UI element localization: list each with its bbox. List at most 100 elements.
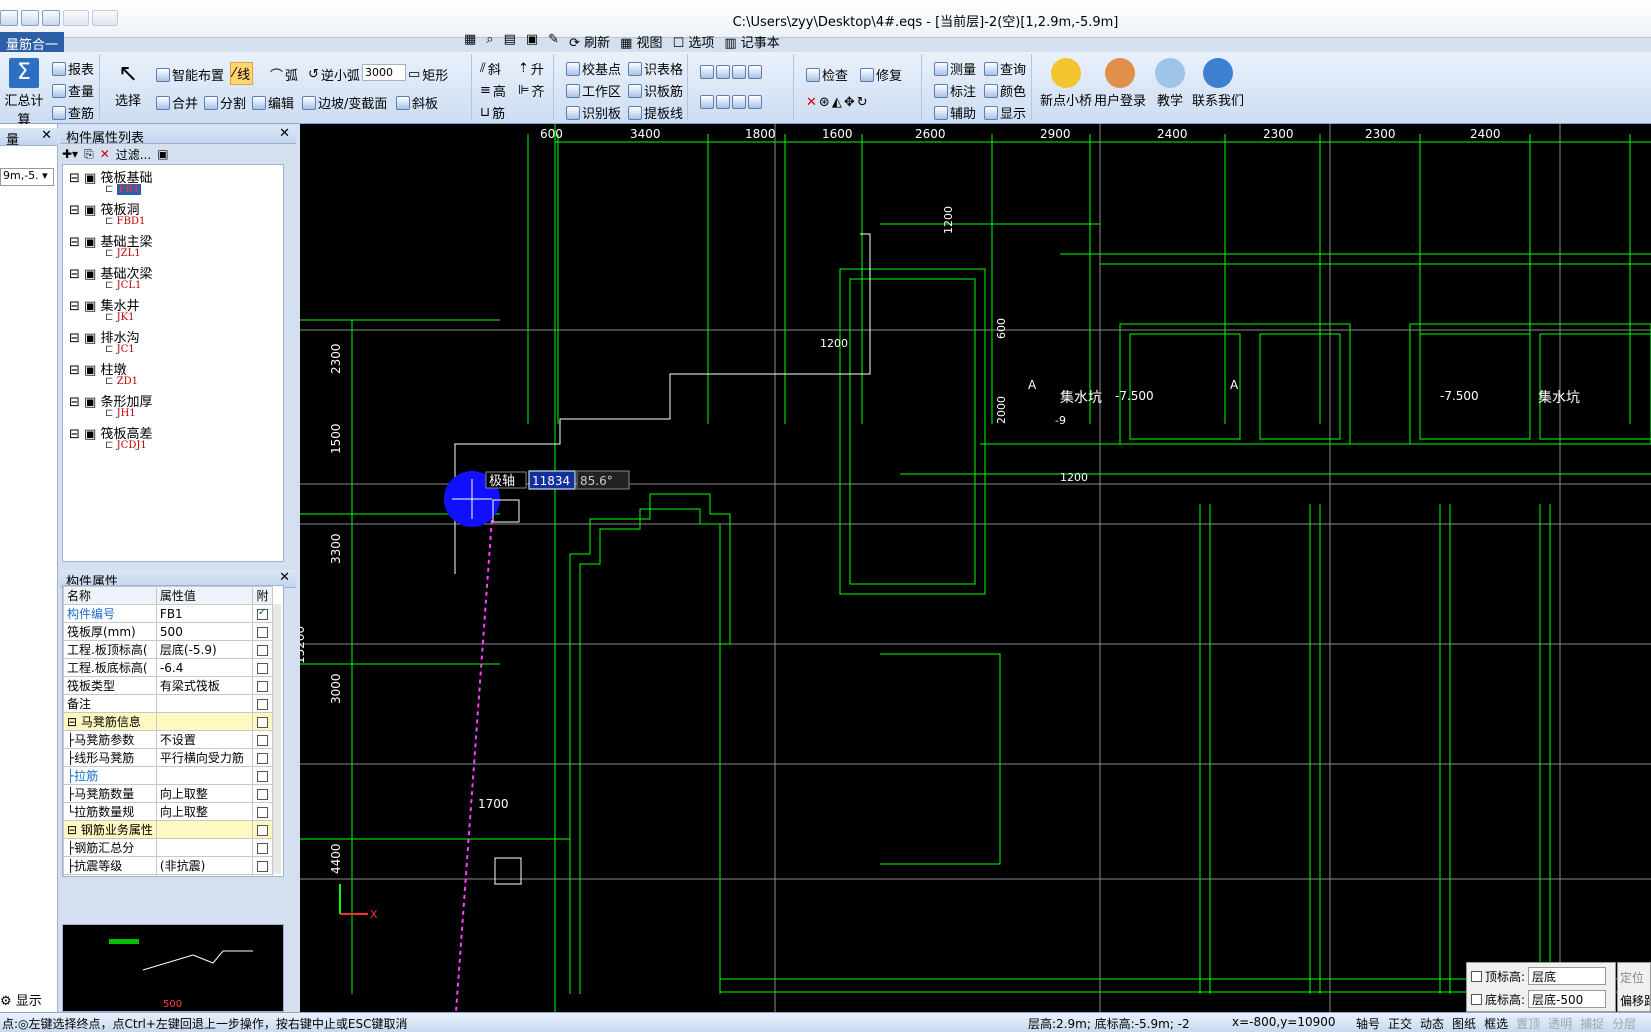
rect-button[interactable]: ▭ 矩形 [406, 64, 450, 85]
contact-us-button[interactable]: 联系我们 [1192, 58, 1244, 109]
tree-child-item[interactable]: ⊏ JK1 [105, 312, 135, 323]
tree-child-item[interactable]: ⊏ ZD1 [105, 376, 138, 387]
check-qty-button[interactable]: 查量 [50, 80, 96, 101]
props-row[interactable]: ⊟ 钢筋业务属性 [63, 820, 274, 839]
tab-rebar-combined[interactable]: 量筋合一 [0, 32, 65, 53]
props-row[interactable]: ├线形马凳筋 平行横向受力筋 [63, 748, 274, 767]
arc-button[interactable]: ⌒ 弧 [268, 64, 300, 85]
props-row[interactable]: ⊟ 马凳筋信息 [63, 712, 274, 731]
prop-checkbox[interactable] [256, 662, 268, 674]
recognize-table-button[interactable]: 识表格 [626, 58, 685, 79]
prop-value[interactable]: -6.4 [155, 658, 253, 677]
workzone-button[interactable]: 工作区 [564, 80, 623, 101]
prop-value[interactable]: 不设置 [155, 730, 253, 749]
collapse-icon[interactable]: ⊟ [69, 363, 80, 378]
props-row[interactable]: 筏板类型 有梁式筏板 [63, 676, 274, 695]
smart-layout-button[interactable]: 智能布置 [154, 64, 226, 85]
props-row[interactable]: 备注 [63, 694, 274, 713]
props-row[interactable]: └拉筋数量规 向上取整 [63, 802, 274, 821]
props-row[interactable]: 工程.板底标高(-6.4 [63, 658, 274, 677]
prop-value[interactable]: 有梁式筏板 [155, 676, 253, 695]
align-button[interactable]: ⊫ 齐 [516, 80, 546, 101]
prop-value[interactable]: 500 [155, 622, 253, 641]
merge-button[interactable]: 合并 [154, 92, 200, 113]
notepad-button[interactable]: ▥ 记事本 [724, 32, 779, 52]
prop-checkbox[interactable] [256, 644, 268, 656]
split-button[interactable]: 分割 [202, 92, 248, 113]
close-icon[interactable]: ✕ [279, 570, 290, 585]
brush-icon[interactable]: ✎ [548, 32, 559, 52]
collapse-icon[interactable]: ⊟ [69, 427, 80, 442]
status-toggle[interactable]: 轴号 [1356, 1015, 1380, 1032]
report-button[interactable]: 报表 [50, 58, 96, 79]
help-bridge-button[interactable]: 新点小桥 [1040, 58, 1092, 109]
collapse-icon[interactable]: ⊟ [69, 171, 80, 186]
rise-button[interactable]: ⇡ 升 [516, 58, 546, 79]
check-rebar-button[interactable]: 查筋 [50, 102, 96, 123]
annotate-button[interactable]: 标注 [932, 80, 978, 101]
prop-attach[interactable] [251, 694, 274, 713]
new-icon[interactable]: ✚▾ [62, 147, 78, 161]
prop-attach[interactable] [251, 730, 274, 749]
props-row[interactable]: ├钢筋汇总分 [63, 838, 274, 857]
delete-tools[interactable]: ✕ ⊛ ◭ ✥ ↻ [804, 94, 870, 111]
extract-line-button[interactable]: 提板线 [626, 102, 685, 123]
prop-attach[interactable] [251, 802, 274, 821]
calibrate-button[interactable]: 校基点 [564, 58, 623, 79]
status-toggle[interactable]: 框选 [1484, 1015, 1508, 1032]
prop-value[interactable] [155, 694, 253, 713]
prop-checkbox[interactable] [256, 716, 268, 728]
drawing-canvas[interactable]: 600 3400 1800 1600 2600 2900 2400 2300 2300 2400 … [300, 124, 1651, 1012]
props-row[interactable]: ├拉筋 [63, 766, 274, 785]
arc-value-input[interactable]: 3000 [362, 64, 406, 81]
props-row[interactable]: ├马凳筋参数 不设置 [63, 730, 274, 749]
select-button[interactable]: ↖ 选择 [112, 58, 144, 109]
summary-calc-button[interactable]: Σ 汇总计算 [2, 58, 46, 128]
show-button[interactable]: ⚙ 显示 [0, 990, 42, 1009]
view-button[interactable]: ▦ 视图 [620, 32, 662, 52]
height-button[interactable]: ≡ 高 [478, 80, 508, 101]
prop-attach[interactable] [251, 820, 274, 839]
bottom-elev-checkbox[interactable] [1471, 993, 1482, 1005]
user-login-button[interactable]: 用户登录 [1094, 58, 1146, 109]
find-icon[interactable]: ⌕ [486, 32, 493, 52]
props-row[interactable]: ├抗震等级 (非抗震) [63, 856, 274, 875]
prop-value[interactable]: 向上取整 [155, 784, 253, 803]
prop-attach[interactable] [251, 766, 274, 785]
ccw-arc-button[interactable]: ↺ 逆小弧 [306, 64, 362, 85]
grid-icon[interactable]: ▦ [464, 32, 476, 52]
copy-icon[interactable]: ⎘ [84, 147, 94, 162]
tree-child-item[interactable]: ⊏ JCDJ1 [105, 440, 147, 451]
tree-child-item[interactable]: ⊏ JH1 [105, 408, 136, 419]
tree-child-item[interactable]: ⊏ FBD1 [105, 216, 145, 227]
status-toggle[interactable]: 分层 [1612, 1015, 1636, 1032]
collapse-icon[interactable]: ⊟ [69, 267, 80, 282]
close-icon[interactable]: ✕ [41, 128, 52, 143]
prop-checkbox[interactable] [256, 626, 268, 638]
prop-checkbox[interactable] [256, 806, 268, 818]
edit-button[interactable]: 编辑 [250, 92, 296, 113]
zoom-tools[interactable] [698, 94, 764, 110]
status-toggle[interactable]: 捕捉 [1580, 1015, 1604, 1032]
refresh-button[interactable]: ⟳ 刷新 [569, 32, 610, 52]
prop-icon[interactable]: ▣ [526, 32, 538, 52]
slant-button[interactable]: ⫽ 斜 [478, 58, 503, 79]
view-box-button[interactable] [698, 64, 764, 80]
prop-attach[interactable] [251, 838, 274, 857]
prop-value[interactable]: 向上取整 [155, 802, 253, 821]
props-row[interactable]: 筏板厚(mm) 500 [63, 622, 274, 641]
query-button[interactable]: 查询 [982, 58, 1028, 79]
teaching-button[interactable]: 教学 [1152, 58, 1188, 109]
layer-icon[interactable]: ▤ [504, 32, 516, 52]
filter-button[interactable]: 过滤... [116, 146, 151, 163]
prop-attach[interactable] [251, 604, 274, 623]
props-scrollbar[interactable] [273, 604, 281, 874]
prop-attach[interactable] [251, 640, 274, 659]
prop-checkbox[interactable] [256, 770, 268, 782]
prop-attach[interactable] [251, 658, 274, 677]
props-row[interactable]: 构件编号 FB1 [63, 604, 274, 623]
prop-value[interactable]: FB1 [155, 604, 253, 623]
prop-checkbox[interactable] [256, 860, 268, 872]
slope-button[interactable]: 边坡/变截面 [300, 92, 389, 113]
status-toggle[interactable]: 置顶 [1516, 1015, 1540, 1032]
